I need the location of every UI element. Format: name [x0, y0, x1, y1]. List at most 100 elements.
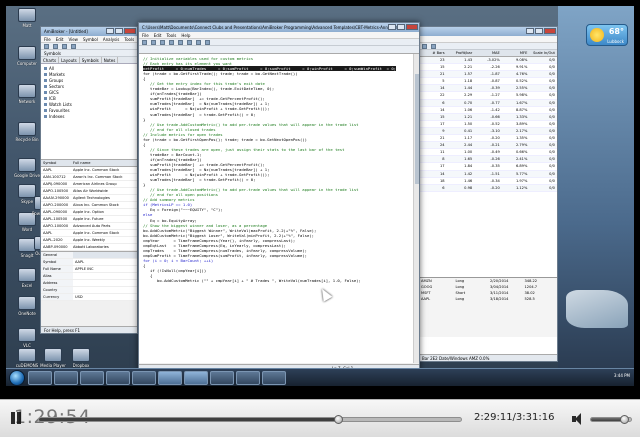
results-titlebar[interactable]	[419, 27, 557, 36]
table-row[interactable]: 21 1.17 -0.20 1.35% 0/0	[419, 135, 557, 143]
volume-handle[interactable]	[619, 415, 629, 424]
maximize-icon[interactable]	[115, 28, 123, 34]
maximize-icon[interactable]	[397, 24, 405, 30]
tray-clock[interactable]: 3:44 PM	[614, 373, 630, 378]
editor-titlebar[interactable]: C:\Users\Matt\Documents\Connect Clubs an…	[139, 23, 419, 32]
desktop-icon[interactable]: Dropbox	[64, 348, 98, 368]
new-icon[interactable]	[44, 44, 49, 49]
symbols-window-titlebar[interactable]: AmiBroker - [Untitled]	[41, 27, 137, 36]
taskbar-explorer-icon[interactable]	[54, 370, 78, 385]
volume-slider[interactable]	[590, 415, 632, 424]
new-icon[interactable]	[142, 40, 147, 45]
table-row[interactable]: AABP-090000 Abbott Laboratories	[41, 244, 137, 251]
open-icon[interactable]	[151, 40, 156, 45]
property-row[interactable]: Full Name APPLE INC	[41, 266, 137, 273]
maximize-icon[interactable]	[535, 28, 543, 34]
desktop-icon[interactable]: Network	[10, 84, 44, 104]
table-row[interactable]: AAPL-100500 Apple Inc. Future	[41, 216, 137, 223]
minimize-icon[interactable]	[526, 28, 534, 34]
taskbar-word-icon[interactable]	[210, 370, 234, 385]
table-row[interactable]: 23 1.43 -3.02% 9.08% 0/0	[419, 57, 557, 65]
afl-editor-window[interactable]: C:\Users\Matt\Documents\Connect Clubs an…	[138, 22, 420, 372]
grid-col-header[interactable]: Profit/bar	[447, 50, 475, 56]
table-row[interactable]: 18 1.46 -0.34 1.97% 0/0	[419, 178, 557, 185]
tree-item[interactable]: Indexes	[44, 114, 134, 120]
grid-col-header[interactable]: MAE	[474, 50, 502, 56]
menu-item[interactable]: Analysis	[103, 36, 119, 42]
desktop-icon[interactable]: Excel	[10, 268, 44, 288]
save-icon[interactable]	[62, 44, 67, 49]
volume-button[interactable]	[571, 412, 585, 426]
minimize-icon[interactable]	[388, 24, 396, 30]
backtest-results-window[interactable]: # Bars Profit/bar MAE MFE Scale In/Out 23 1.4…	[418, 26, 558, 362]
weather-gadget[interactable]: 68° Lubbock	[586, 24, 628, 46]
seek-bar[interactable]	[38, 415, 462, 424]
table-row[interactable]: 24 2.44 -0.21 2.79% 0/0	[419, 142, 557, 150]
menu-item[interactable]: Tools	[124, 36, 134, 42]
run-icon[interactable]	[205, 40, 210, 45]
panel-tab[interactable]: Charts	[41, 57, 60, 63]
table-row[interactable]: AAPL-2020 Apple Inc. Weekly	[41, 237, 137, 244]
seek-handle[interactable]	[334, 415, 344, 424]
property-row[interactable]: Symbol AAPL	[41, 259, 137, 266]
table-row[interactable]: 17 1.50 -0.52 3.89% 0/0	[419, 121, 557, 128]
panel-tab[interactable]: Symbols	[80, 57, 102, 63]
table-row[interactable]: 6 0.70 -0.77 1.67% 0/0	[419, 99, 557, 107]
menu-item[interactable]: Tools	[166, 32, 176, 38]
panel-tab[interactable]: Layouts	[59, 57, 80, 63]
minimize-icon[interactable]	[106, 28, 114, 34]
taskbar-editor-icon[interactable]	[184, 370, 208, 385]
grid-col-header[interactable]: MFE	[502, 50, 530, 56]
table-row[interactable]: 17 1.84 -0.35 6.89% 0/0	[419, 163, 557, 171]
taskbar-media-icon[interactable]	[80, 370, 104, 385]
menu-item[interactable]: File	[142, 32, 149, 38]
table-row[interactable]: AAPL-090000 Apple Inc. Option	[41, 209, 137, 216]
grid-col-header[interactable]: Scale In/Out	[529, 50, 557, 56]
scrollbar-thumb[interactable]	[415, 74, 419, 184]
desktop-icon[interactable]: Computer	[10, 46, 44, 66]
menu-item[interactable]: Edit	[154, 32, 162, 38]
save-icon[interactable]	[160, 40, 165, 45]
property-row[interactable]: Alias	[41, 273, 137, 280]
taskbar-ie-icon[interactable]	[28, 370, 52, 385]
col-full-name[interactable]: Full name	[73, 160, 137, 166]
table-row[interactable]: 22 2.29 -1.27 5.98% 0/0	[419, 92, 557, 100]
desktop-icon[interactable]: Google Drive	[10, 158, 44, 178]
grid-col-header[interactable]: # Bars	[419, 50, 447, 56]
menu-item[interactable]: File	[44, 36, 51, 42]
table-row[interactable]: AAPO-100500 Atlas Air Worldwide	[41, 188, 137, 195]
filter-icon[interactable]	[422, 44, 427, 49]
print-icon[interactable]	[71, 44, 76, 49]
table-row[interactable]: 14 1.42 -1.51 5.77% 0/0	[419, 170, 557, 178]
property-row[interactable]: Address	[41, 280, 137, 287]
table-row[interactable]: 21 1.57 -1.87 4.76% 0/0	[419, 71, 557, 79]
taskbar-outlook-icon[interactable]	[132, 370, 156, 385]
code-editor[interactable]: // Initialize variables used for custom …	[139, 54, 413, 363]
table-row[interactable]: AAPO-200000 Alcoa Inc. Common Stock	[41, 202, 137, 209]
menu-item[interactable]: Edit	[56, 36, 64, 42]
taskbar-firefox-icon[interactable]	[106, 370, 130, 385]
table-row[interactable]: AAAIV-290000 Agilent Technologies	[41, 195, 137, 202]
table-row[interactable]: AAPIJ-090000 American Airlines Group	[41, 181, 137, 188]
verify-icon[interactable]	[196, 40, 201, 45]
open-icon[interactable]	[53, 44, 58, 49]
start-orb-icon[interactable]	[9, 370, 25, 386]
copy-icon[interactable]	[178, 40, 183, 45]
desktop-icon[interactable]: VLC	[10, 328, 44, 348]
paste-icon[interactable]	[187, 40, 192, 45]
menu-item[interactable]: Help	[181, 32, 190, 38]
panel-tab[interactable]: Notes	[102, 57, 119, 63]
table-row[interactable]: 6 0.98 -0.20 1.12% 0/0	[419, 184, 557, 192]
table-row[interactable]: 11 1.00 -0.49 0.66% 0/0	[419, 149, 557, 157]
table-row[interactable]: 5 1.18 -0.87 0.52% 0/0	[419, 78, 557, 86]
table-row[interactable]: 14 1.06 -1.42 8.87% 0/0	[419, 107, 557, 114]
taskbar-skype-icon[interactable]	[262, 370, 286, 385]
export-icon[interactable]	[431, 44, 436, 49]
table-row[interactable]: 15 2.21 -2.26 9.91% 0/0	[419, 64, 557, 72]
position-row[interactable]: AAPL Long 3/18/2014 528.5	[419, 296, 557, 302]
close-icon[interactable]	[124, 28, 136, 34]
desktop-icon[interactable]: Recycle Bin	[10, 122, 44, 142]
taskbar-amibroker-icon[interactable]	[158, 370, 182, 385]
property-row[interactable]: Country	[41, 287, 137, 294]
close-icon[interactable]	[406, 24, 418, 30]
